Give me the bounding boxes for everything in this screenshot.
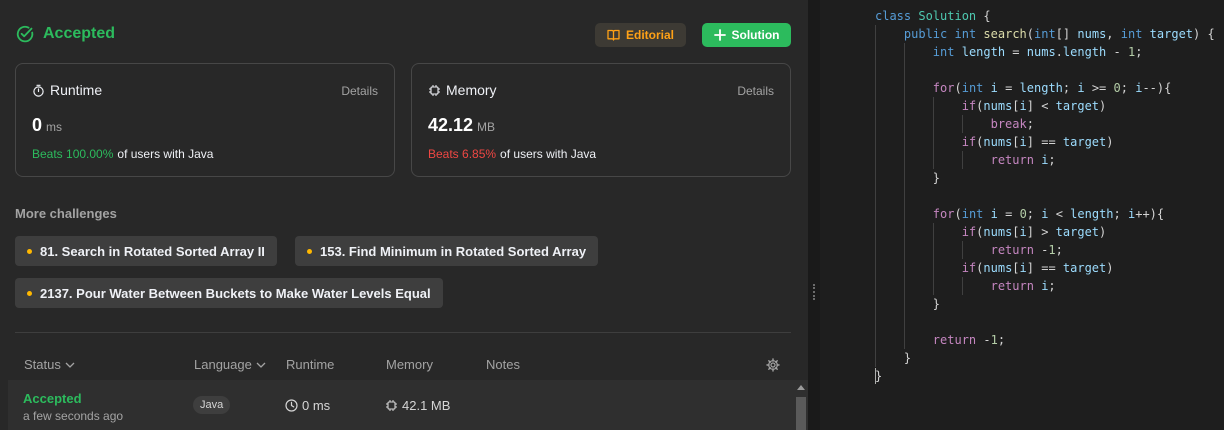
chevron-down-icon: [65, 362, 75, 368]
code-text[interactable]: return i;: [875, 151, 1056, 169]
row-runtime: 0 ms: [285, 398, 330, 413]
row-timestamp: a few seconds ago: [23, 409, 124, 423]
chip-icon: [386, 400, 397, 411]
gear-icon[interactable]: [766, 358, 780, 372]
runtime-number: 0: [32, 115, 43, 135]
column-header-label: Notes: [486, 357, 520, 372]
code-text[interactable]: if(nums[i] == target): [875, 259, 1114, 277]
runtime-beats-percent: Beats 100.00%: [32, 147, 114, 161]
column-header-label: Runtime: [286, 357, 335, 372]
difficulty-dot: [27, 290, 32, 296]
submission-panel: Accepted Editorial Solution Runtime Deta…: [0, 0, 808, 430]
runtime-unit: ms: [46, 120, 63, 134]
challenge-chip[interactable]: 2137. Pour Water Between Buckets to Make…: [15, 278, 443, 308]
code-text[interactable]: if(nums[i] < target): [875, 97, 1107, 115]
code-editor[interactable]: 1class Solution {2 public int search(int…: [820, 0, 1224, 430]
scrollbar-thumb[interactable]: [796, 397, 806, 430]
row-memory-value: 42.1 MB: [402, 398, 451, 413]
panel-resize-handle[interactable]: [808, 0, 820, 430]
runtime-details-link[interactable]: Details: [341, 84, 378, 98]
code-text[interactable]: return -1;: [875, 241, 1063, 259]
challenge-label: 153. Find Minimum in Rotated Sorted Arra…: [320, 243, 587, 259]
code-text[interactable]: }: [875, 295, 940, 313]
table-scrollbar[interactable]: [794, 380, 808, 430]
row-memory: 42.1 MB: [385, 398, 450, 413]
column-header-label: Status: [24, 357, 61, 372]
submission-status: Accepted: [15, 24, 115, 44]
challenge-chip[interactable]: 153. Find Minimum in Rotated Sorted Arra…: [295, 236, 599, 266]
code-text[interactable]: }: [875, 367, 882, 385]
more-challenges-title: More challenges: [15, 206, 117, 221]
memory-card[interactable]: Memory Details 42.12 MB Beats 6.85% of use…: [411, 63, 791, 177]
code-text[interactable]: }: [875, 169, 940, 187]
book-icon: [607, 29, 620, 41]
memory-number: 42.12: [428, 115, 474, 135]
section-divider: [15, 332, 791, 333]
code-text[interactable]: if(nums[i] > target): [875, 223, 1107, 241]
challenge-chip[interactable]: 81. Search in Rotated Sorted Array II: [15, 236, 277, 266]
row-runtime-value: 0 ms: [302, 398, 331, 413]
runtime-title: Runtime: [50, 82, 103, 98]
memory-beats: Beats 6.85% of users with Java: [428, 147, 596, 161]
solution-label: Solution: [731, 28, 780, 42]
runtime-value: 0 ms: [32, 115, 62, 136]
code-text[interactable]: class Solution {: [875, 7, 991, 25]
runtime-beats-suffix: of users with Java: [117, 147, 214, 161]
editorial-label: Editorial: [625, 28, 674, 42]
code-text[interactable]: }: [875, 349, 911, 367]
code-text[interactable]: int length = nums.length - 1;: [875, 43, 1143, 61]
column-header-label: Language: [194, 357, 252, 372]
memory-details-link[interactable]: Details: [737, 84, 774, 98]
memory-beats-percent: Beats 6.85%: [428, 147, 497, 161]
chip-icon: [429, 84, 440, 96]
code-text[interactable]: return i;: [875, 277, 1056, 295]
challenge-label: 81. Search in Rotated Sorted Array II: [40, 243, 265, 259]
memory-title: Memory: [446, 82, 497, 98]
column-header-label: Memory: [386, 357, 433, 372]
indent-guide: [875, 25, 876, 367]
drag-grip-icon: [813, 284, 817, 300]
clock-icon: [285, 399, 298, 412]
code-text[interactable]: for(int i = length; i >= 0; i--){: [875, 79, 1172, 97]
runtime-beats: Beats 100.00% of users with Java: [32, 147, 213, 161]
memory-unit: MB: [477, 120, 496, 134]
code-text[interactable]: break;: [875, 115, 1034, 133]
runtime-heading: Runtime: [32, 82, 102, 98]
language-badge: Java: [193, 396, 231, 414]
column-header-status[interactable]: Status: [24, 357, 75, 372]
code-text[interactable]: for(int i = 0; i < length; i++){: [875, 205, 1164, 223]
editorial-button[interactable]: Editorial: [595, 23, 686, 47]
column-header-memory: Memory: [386, 357, 433, 372]
stopwatch-icon: [33, 84, 44, 97]
difficulty-dot: [27, 248, 32, 254]
text-cursor: [875, 368, 876, 384]
memory-value: 42.12 MB: [428, 115, 495, 136]
plus-icon: [713, 29, 726, 41]
chevron-down-icon: [256, 362, 266, 368]
row-status[interactable]: Accepted: [23, 391, 82, 406]
scroll-up-icon[interactable]: [797, 385, 805, 390]
column-header-runtime: Runtime: [286, 357, 334, 372]
code-text[interactable]: if(nums[i] == target): [875, 133, 1114, 151]
status-title: Accepted: [43, 25, 116, 42]
column-header-notes: Notes: [486, 357, 520, 372]
difficulty-dot: [307, 248, 312, 254]
runtime-card[interactable]: Runtime Details 0 ms Beats 100.00% of user…: [15, 63, 395, 177]
memory-heading: Memory: [428, 82, 497, 98]
code-text[interactable]: public int search(int[] nums, int target…: [875, 25, 1215, 43]
memory-beats-suffix: of users with Java: [500, 147, 597, 161]
column-header-language[interactable]: Language: [194, 357, 266, 372]
challenge-label: 2137. Pour Water Between Buckets to Make…: [40, 285, 431, 301]
language-label: Java: [200, 399, 224, 411]
solution-button[interactable]: Solution: [702, 23, 791, 47]
code-text[interactable]: return -1;: [875, 331, 1005, 349]
check-circle-icon: [16, 25, 34, 43]
